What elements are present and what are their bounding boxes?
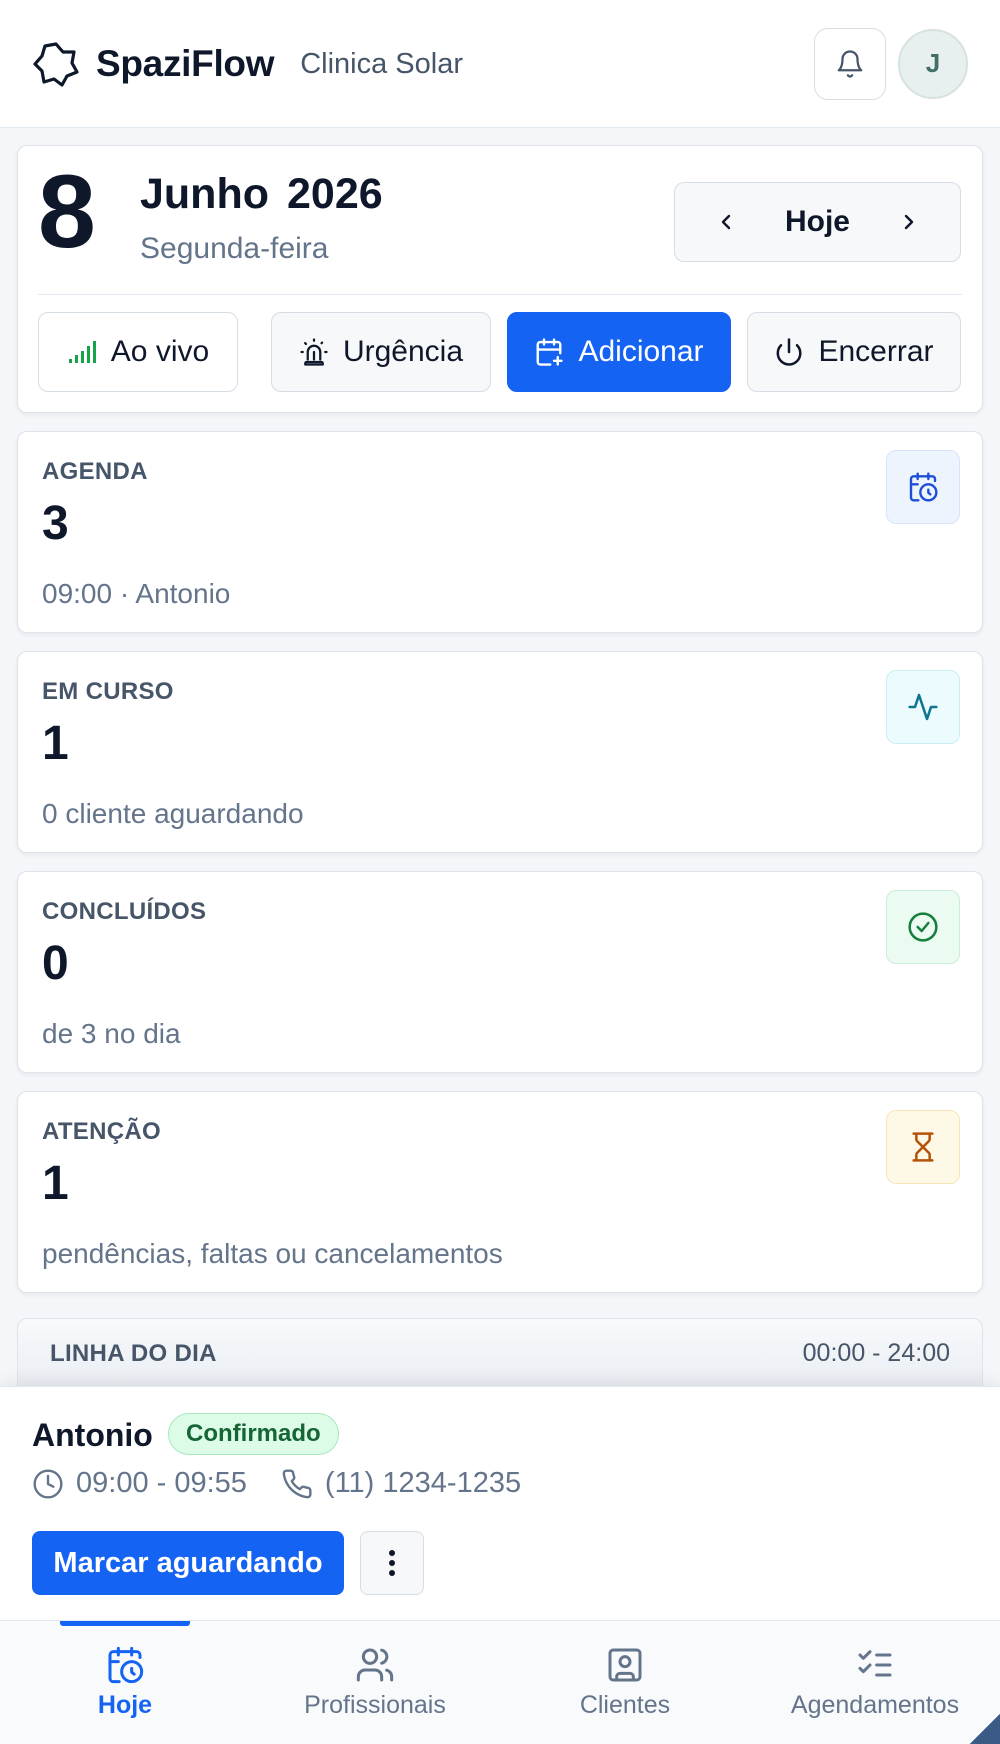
calendar-clock-icon [105,1645,145,1685]
stat-card-completed[interactable]: CONCLUÍDOS 0 de 3 no dia [17,871,983,1073]
status-badge: Confirmado [168,1413,339,1455]
nav-professionals[interactable]: Profissionais [250,1621,500,1744]
phone-icon [281,1468,313,1500]
stat-value: 0 [42,937,69,990]
date-navigator: Hoje [674,182,961,262]
app-header: SpaziFlow Clinica Solar J [0,0,1000,128]
activity-icon [886,670,960,744]
logo-icon [32,40,80,88]
nav-appointments[interactable]: Agendamentos [750,1621,1000,1744]
appointment-meta: 09:00 - 09:55 (11) 1234-1235 [32,1467,521,1500]
corner-decoration [970,1714,1000,1744]
stat-subtitle: 09:00 · Antonio [42,578,231,609]
close-day-button[interactable]: Encerrar [747,312,961,392]
month-label: Junho [140,170,269,218]
calendar-plus-icon [534,337,564,367]
date-card-divider [38,294,962,295]
appointment-sheet: Antonio Confirmado 09:00 - 09:55 (11) 12… [0,1386,1000,1620]
stat-card-agenda[interactable]: AGENDA 3 09:00 · Antonio [17,431,983,633]
hourglass-icon [886,1110,960,1184]
mark-waiting-button[interactable]: Marcar aguardando [32,1531,344,1595]
stat-label: ATENÇÃO [42,1118,161,1145]
calendar-clock-icon [886,450,960,524]
stat-subtitle: pendências, faltas ou cancelamentos [42,1238,503,1269]
nav-clients-label: Clientes [579,1691,671,1719]
clinic-name[interactable]: Clinica Solar [300,48,463,81]
client-name[interactable]: Antonio [32,1417,153,1454]
nav-clients[interactable]: Clientes [500,1621,750,1744]
add-label: Adicionar [578,335,704,368]
stat-label: CONCLUÍDOS [42,898,207,925]
appointment-time: 09:00 - 09:55 [76,1467,247,1499]
siren-icon [299,337,329,367]
nav-today[interactable]: Hoje [0,1621,250,1744]
day-number: 8 [38,154,96,270]
brand-name: SpaziFlow [96,42,275,84]
year-label: 2026 [286,170,383,218]
check-circle-icon [886,890,960,964]
stat-value: 1 [42,717,69,770]
bell-icon [835,49,865,79]
chevron-right-icon [904,214,914,230]
next-day-button[interactable] [894,207,924,237]
live-label: Ao vivo [110,335,210,368]
today-button[interactable]: Hoje [785,205,850,239]
timeline-range: 00:00 - 24:00 [802,1339,950,1367]
stat-value: 1 [42,1157,69,1210]
nav-appointments-label: Agendamentos [790,1691,960,1719]
timeline-title: LINHA DO DIA [50,1339,217,1367]
client-phone[interactable]: (11) 1234-1235 [325,1467,521,1500]
stat-label: EM CURSO [42,678,174,705]
clock-icon [32,1468,64,1500]
close-day-label: Encerrar [818,335,934,368]
list-checks-icon [855,1645,895,1685]
day-timeline-header: LINHA DO DIA 00:00 - 24:00 [17,1318,983,1388]
contact-icon [605,1645,645,1685]
power-icon [774,337,804,367]
add-appointment-button[interactable]: Adicionar [507,312,731,392]
stat-subtitle: de 3 no dia [42,1018,181,1049]
stat-card-attention[interactable]: ATENÇÃO 1 pendências, faltas ou cancelam… [17,1091,983,1293]
more-vertical-icon [388,1549,396,1577]
urgency-button[interactable]: Urgência [271,312,491,392]
weekday-label: Segunda-feira [140,232,329,265]
stat-card-in-progress[interactable]: EM CURSO 1 0 cliente aguardando [17,651,983,853]
bottom-navigation: Hoje Profissionais Clientes Agendamentos [0,1620,1000,1744]
stat-label: AGENDA [42,458,148,485]
live-button[interactable]: Ao vivo [38,312,238,392]
prev-day-button[interactable] [711,207,741,237]
signal-icon [67,339,97,365]
user-avatar[interactable]: J [898,28,968,99]
stat-subtitle: 0 cliente aguardando [42,798,304,829]
nav-professionals-label: Profissionais [304,1691,446,1719]
notifications-button[interactable] [814,27,886,100]
stat-value: 3 [42,497,69,550]
month-year: Junho 2026 [140,170,383,219]
active-tab-indicator [60,1621,190,1626]
nav-today-label: Hoje [97,1691,153,1719]
chevron-left-icon [721,214,731,230]
more-options-button[interactable] [360,1531,424,1595]
urgency-label: Urgência [342,335,464,368]
users-icon [355,1645,395,1685]
